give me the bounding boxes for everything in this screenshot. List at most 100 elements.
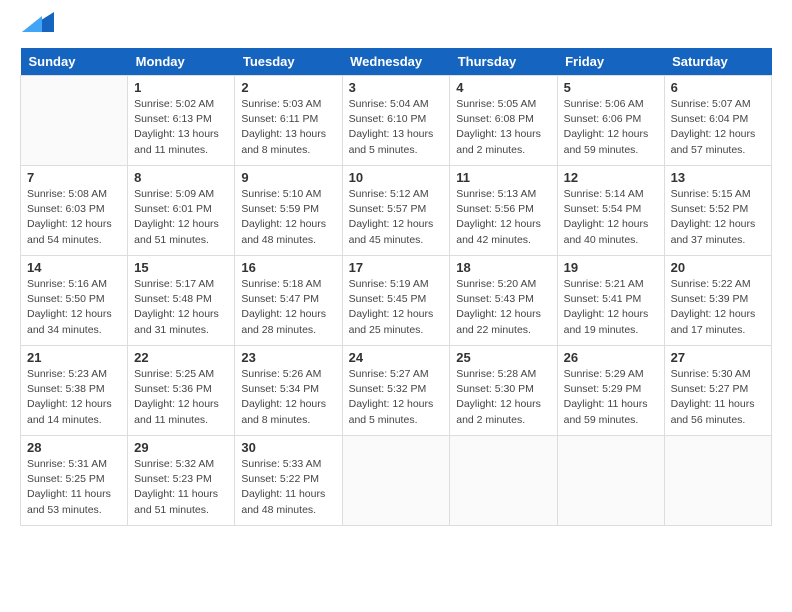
day-info: Sunrise: 5:04 AM Sunset: 6:10 PM Dayligh…	[349, 97, 444, 158]
day-number: 15	[134, 260, 228, 275]
day-number: 17	[349, 260, 444, 275]
day-of-week-header: Wednesday	[342, 48, 450, 76]
day-number: 11	[456, 170, 550, 185]
day-info: Sunrise: 5:19 AM Sunset: 5:45 PM Dayligh…	[349, 277, 444, 338]
calendar-week-row: 14 Sunrise: 5:16 AM Sunset: 5:50 PM Dayli…	[21, 256, 772, 346]
day-info: Sunrise: 5:02 AM Sunset: 6:13 PM Dayligh…	[134, 97, 228, 158]
day-number: 3	[349, 80, 444, 95]
day-number: 21	[27, 350, 121, 365]
day-info: Sunrise: 5:32 AM Sunset: 5:23 PM Dayligh…	[134, 457, 228, 518]
calendar-cell: 16 Sunrise: 5:18 AM Sunset: 5:47 PM Dayli…	[235, 256, 342, 346]
calendar-cell: 15 Sunrise: 5:17 AM Sunset: 5:48 PM Dayli…	[128, 256, 235, 346]
day-number: 4	[456, 80, 550, 95]
calendar-cell: 9 Sunrise: 5:10 AM Sunset: 5:59 PM Daylig…	[235, 166, 342, 256]
calendar-table: SundayMondayTuesdayWednesdayThursdayFrid…	[20, 48, 772, 526]
calendar-cell: 25 Sunrise: 5:28 AM Sunset: 5:30 PM Dayli…	[450, 346, 557, 436]
calendar-cell: 30 Sunrise: 5:33 AM Sunset: 5:22 PM Dayli…	[235, 436, 342, 526]
day-info: Sunrise: 5:13 AM Sunset: 5:56 PM Dayligh…	[456, 187, 550, 248]
day-number: 19	[564, 260, 658, 275]
calendar-cell: 5 Sunrise: 5:06 AM Sunset: 6:06 PM Daylig…	[557, 76, 664, 166]
calendar-cell: 27 Sunrise: 5:30 AM Sunset: 5:27 PM Dayli…	[664, 346, 771, 436]
day-of-week-header: Friday	[557, 48, 664, 76]
day-number: 16	[241, 260, 335, 275]
calendar-cell: 26 Sunrise: 5:29 AM Sunset: 5:29 PM Dayli…	[557, 346, 664, 436]
calendar-cell: 21Sunrise: 5:23 AM Sunset: 5:38 PM Dayli…	[21, 346, 128, 436]
calendar-cell: 1Sunrise: 5:02 AM Sunset: 6:13 PM Daylig…	[128, 76, 235, 166]
calendar-cell: 12 Sunrise: 5:14 AM Sunset: 5:54 PM Dayli…	[557, 166, 664, 256]
day-number: 26	[564, 350, 658, 365]
calendar-week-row: 1Sunrise: 5:02 AM Sunset: 6:13 PM Daylig…	[21, 76, 772, 166]
day-info: Sunrise: 5:17 AM Sunset: 5:48 PM Dayligh…	[134, 277, 228, 338]
day-info: Sunrise: 5:10 AM Sunset: 5:59 PM Dayligh…	[241, 187, 335, 248]
day-info: Sunrise: 5:18 AM Sunset: 5:47 PM Dayligh…	[241, 277, 335, 338]
calendar-cell: 2Sunrise: 5:03 AM Sunset: 6:11 PM Daylig…	[235, 76, 342, 166]
day-number: 30	[241, 440, 335, 455]
day-info: Sunrise: 5:06 AM Sunset: 6:06 PM Dayligh…	[564, 97, 658, 158]
calendar-cell: 10 Sunrise: 5:12 AM Sunset: 5:57 PM Dayli…	[342, 166, 450, 256]
day-info: Sunrise: 5:12 AM Sunset: 5:57 PM Dayligh…	[349, 187, 444, 248]
day-number: 6	[671, 80, 765, 95]
day-info: Sunrise: 5:30 AM Sunset: 5:27 PM Dayligh…	[671, 367, 765, 428]
day-info: Sunrise: 5:31 AM Sunset: 5:25 PM Dayligh…	[27, 457, 121, 518]
calendar-cell: 23Sunrise: 5:26 AM Sunset: 5:34 PM Dayli…	[235, 346, 342, 436]
day-info: Sunrise: 5:27 AM Sunset: 5:32 PM Dayligh…	[349, 367, 444, 428]
calendar-week-row: 28 Sunrise: 5:31 AM Sunset: 5:25 PM Dayli…	[21, 436, 772, 526]
day-number: 28	[27, 440, 121, 455]
calendar-cell: 22 Sunrise: 5:25 AM Sunset: 5:36 PM Dayli…	[128, 346, 235, 436]
day-info: Sunrise: 5:22 AM Sunset: 5:39 PM Dayligh…	[671, 277, 765, 338]
day-info: Sunrise: 5:21 AM Sunset: 5:41 PM Dayligh…	[564, 277, 658, 338]
day-number: 25	[456, 350, 550, 365]
calendar-cell	[664, 436, 771, 526]
day-number: 27	[671, 350, 765, 365]
day-info: Sunrise: 5:08 AM Sunset: 6:03 PM Dayligh…	[27, 187, 121, 248]
calendar-cell: 7 Sunrise: 5:08 AM Sunset: 6:03 PM Daylig…	[21, 166, 128, 256]
day-number: 7	[27, 170, 121, 185]
calendar-cell: 24 Sunrise: 5:27 AM Sunset: 5:32 PM Dayli…	[342, 346, 450, 436]
day-info: Sunrise: 5:28 AM Sunset: 5:30 PM Dayligh…	[456, 367, 550, 428]
day-of-week-header: Monday	[128, 48, 235, 76]
calendar-cell: 29 Sunrise: 5:32 AM Sunset: 5:23 PM Dayli…	[128, 436, 235, 526]
day-number: 8	[134, 170, 228, 185]
day-number: 20	[671, 260, 765, 275]
day-info: Sunrise: 5:33 AM Sunset: 5:22 PM Dayligh…	[241, 457, 335, 518]
calendar-cell: 3 Sunrise: 5:04 AM Sunset: 6:10 PM Daylig…	[342, 76, 450, 166]
calendar-cell	[557, 436, 664, 526]
calendar-week-row: 7 Sunrise: 5:08 AM Sunset: 6:03 PM Daylig…	[21, 166, 772, 256]
logo	[20, 20, 54, 32]
day-number: 10	[349, 170, 444, 185]
calendar-cell	[342, 436, 450, 526]
calendar-header-row: SundayMondayTuesdayWednesdayThursdayFrid…	[21, 48, 772, 76]
day-of-week-header: Thursday	[450, 48, 557, 76]
day-info: Sunrise: 5:20 AM Sunset: 5:43 PM Dayligh…	[456, 277, 550, 338]
day-info: Sunrise: 5:26 AM Sunset: 5:34 PM Dayligh…	[241, 367, 335, 428]
calendar-cell: 28 Sunrise: 5:31 AM Sunset: 5:25 PM Dayli…	[21, 436, 128, 526]
day-number: 14	[27, 260, 121, 275]
day-of-week-header: Tuesday	[235, 48, 342, 76]
day-number: 22	[134, 350, 228, 365]
page-header	[20, 20, 772, 32]
calendar-cell: 11 Sunrise: 5:13 AM Sunset: 5:56 PM Dayli…	[450, 166, 557, 256]
calendar-cell: 8 Sunrise: 5:09 AM Sunset: 6:01 PM Daylig…	[128, 166, 235, 256]
day-info: Sunrise: 5:14 AM Sunset: 5:54 PM Dayligh…	[564, 187, 658, 248]
day-info: Sunrise: 5:15 AM Sunset: 5:52 PM Dayligh…	[671, 187, 765, 248]
calendar-cell: 14 Sunrise: 5:16 AM Sunset: 5:50 PM Dayli…	[21, 256, 128, 346]
day-of-week-header: Saturday	[664, 48, 771, 76]
day-of-week-header: Sunday	[21, 48, 128, 76]
day-number: 29	[134, 440, 228, 455]
day-number: 24	[349, 350, 444, 365]
calendar-cell: 18 Sunrise: 5:20 AM Sunset: 5:43 PM Dayli…	[450, 256, 557, 346]
day-info: Sunrise: 5:16 AM Sunset: 5:50 PM Dayligh…	[27, 277, 121, 338]
day-number: 12	[564, 170, 658, 185]
day-number: 18	[456, 260, 550, 275]
day-info: Sunrise: 5:09 AM Sunset: 6:01 PM Dayligh…	[134, 187, 228, 248]
calendar-cell	[21, 76, 128, 166]
calendar-week-row: 21Sunrise: 5:23 AM Sunset: 5:38 PM Dayli…	[21, 346, 772, 436]
day-number: 9	[241, 170, 335, 185]
day-info: Sunrise: 5:29 AM Sunset: 5:29 PM Dayligh…	[564, 367, 658, 428]
day-info: Sunrise: 5:07 AM Sunset: 6:04 PM Dayligh…	[671, 97, 765, 158]
day-number: 5	[564, 80, 658, 95]
day-info: Sunrise: 5:25 AM Sunset: 5:36 PM Dayligh…	[134, 367, 228, 428]
calendar-cell: 6 Sunrise: 5:07 AM Sunset: 6:04 PM Daylig…	[664, 76, 771, 166]
calendar-cell: 17 Sunrise: 5:19 AM Sunset: 5:45 PM Dayli…	[342, 256, 450, 346]
day-number: 13	[671, 170, 765, 185]
